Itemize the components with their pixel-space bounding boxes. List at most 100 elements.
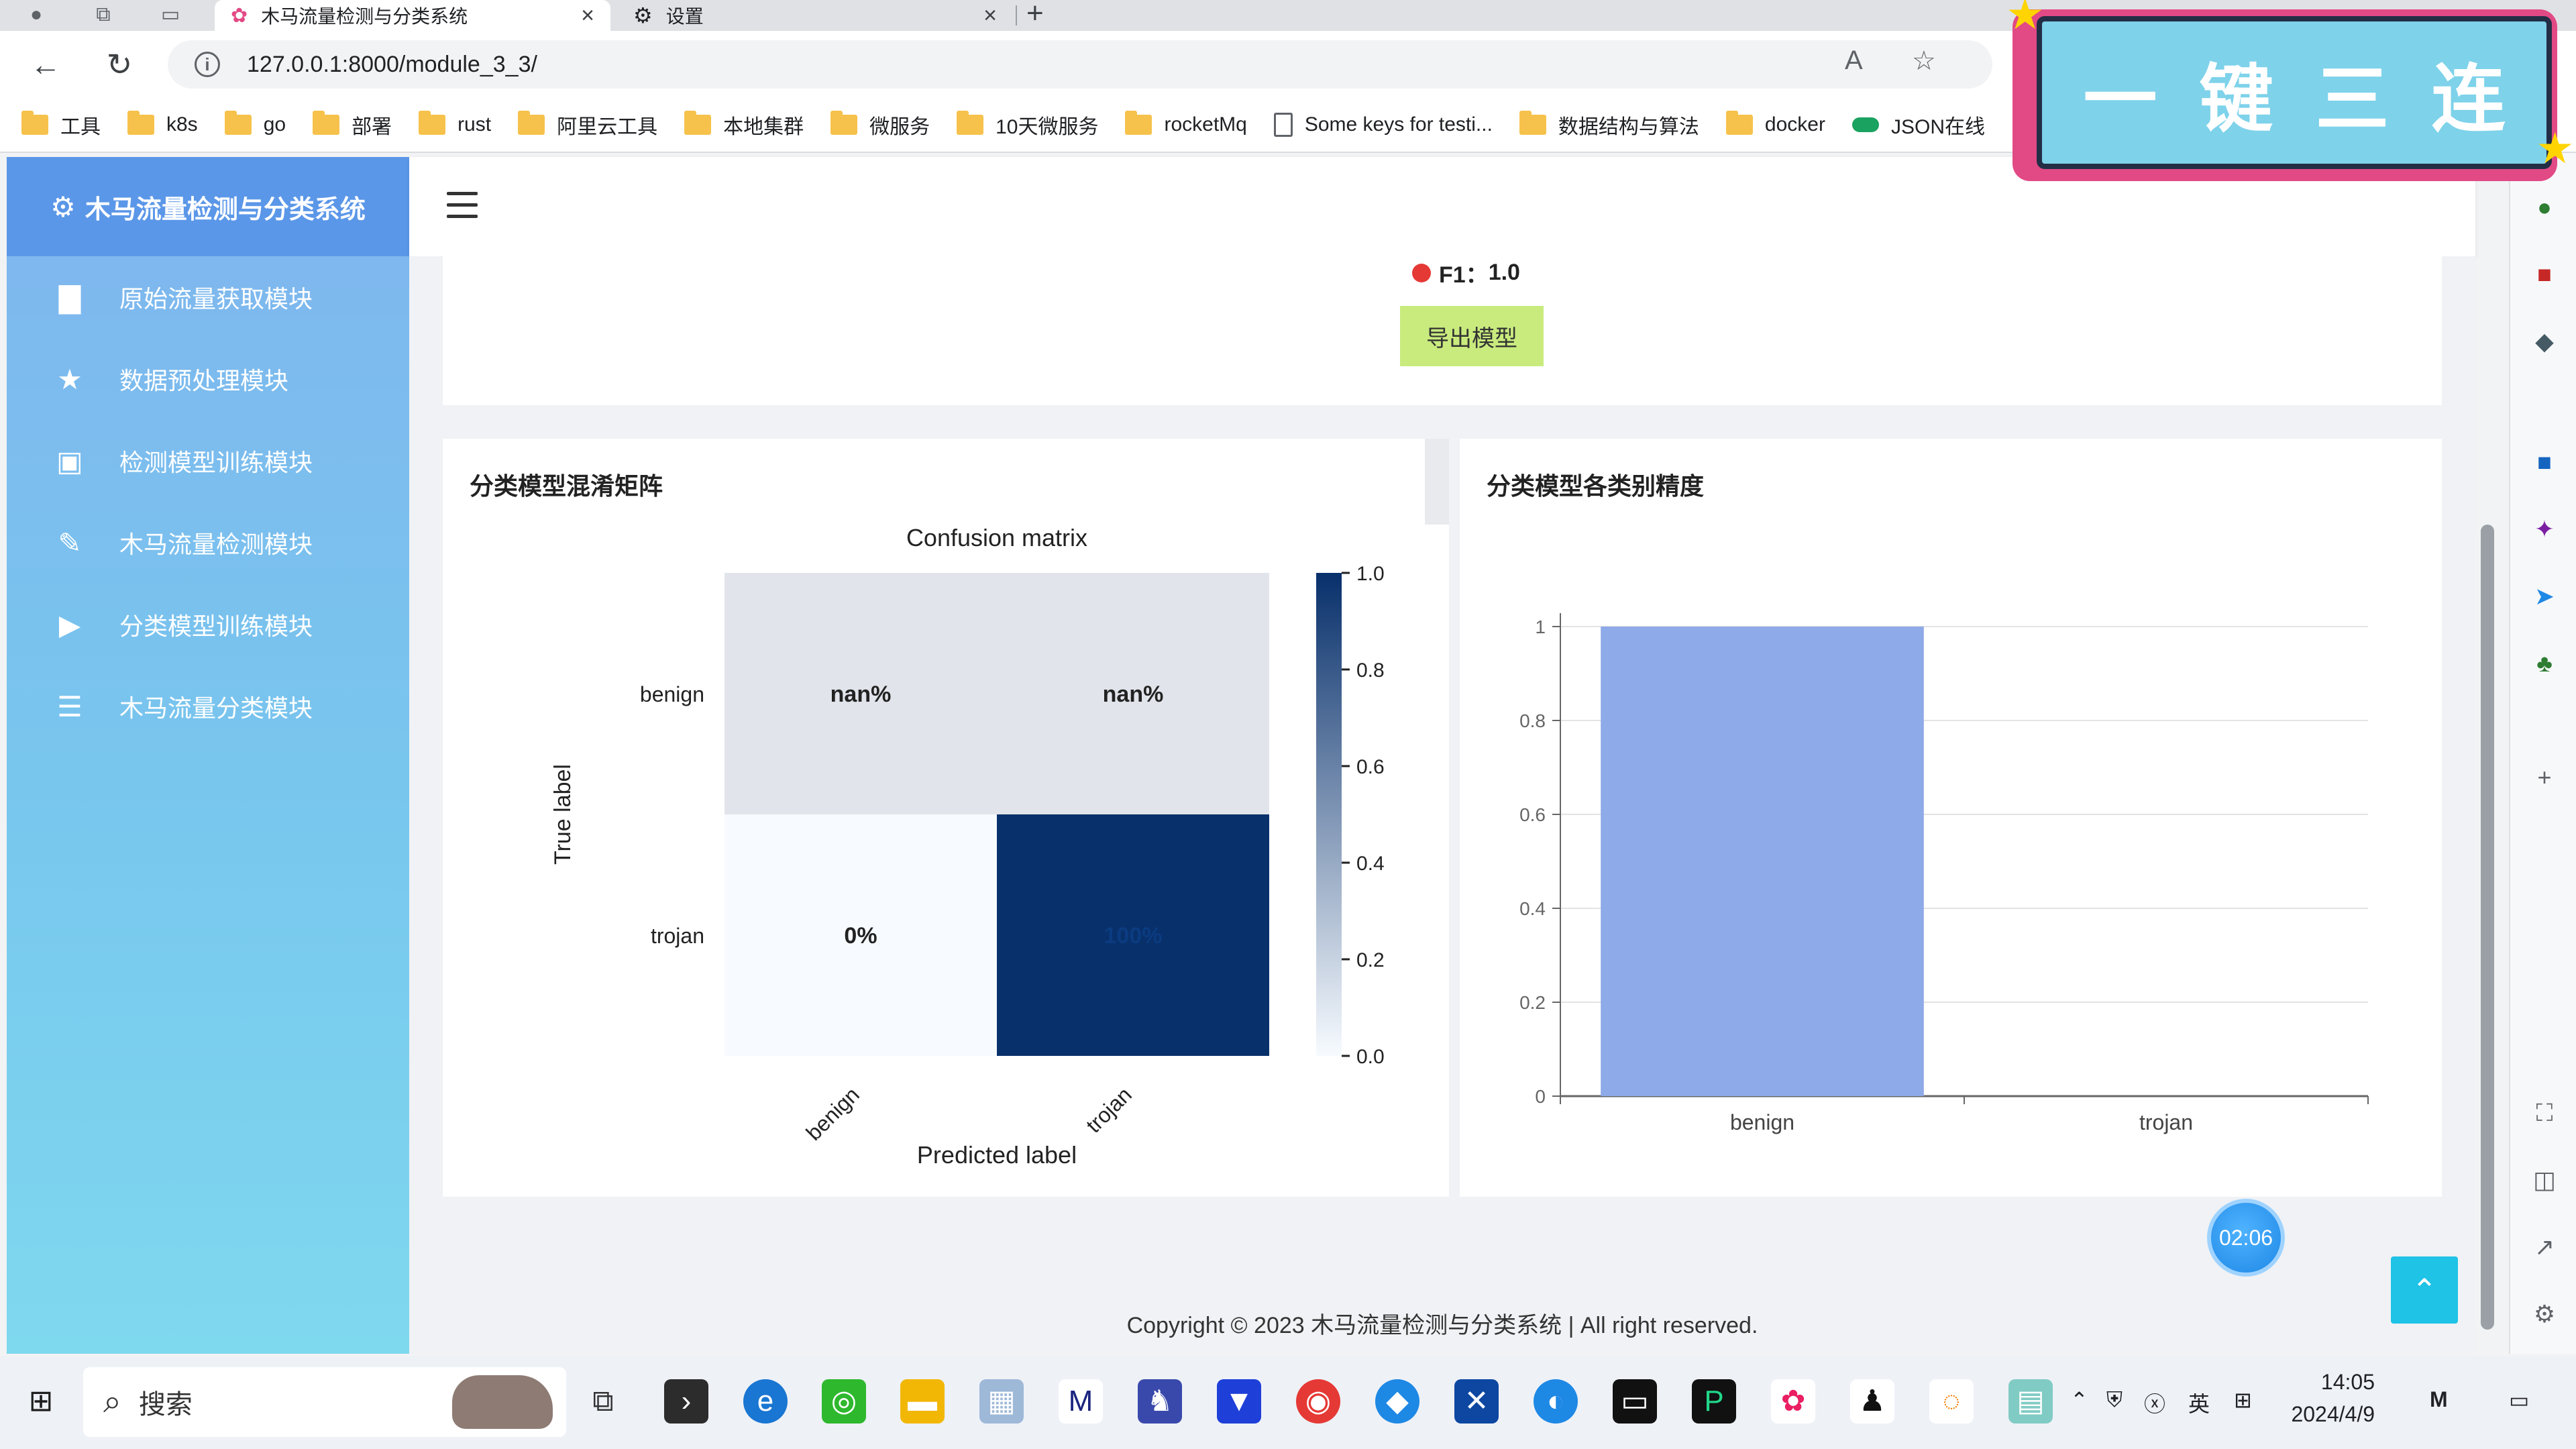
wechat-icon[interactable]: ◎ [822,1379,866,1424]
confusion-matrix-card: 分类模型混淆矩阵 Confusion matrix nan% nan% 0% 100% b… [443,439,1449,1197]
file-explorer-icon[interactable]: ▬ [900,1379,945,1424]
sidebar-item[interactable]: ☰ 木马流量分类模块 [7,665,409,747]
sidebar-header[interactable]: ⚙ 木马流量检测与分类系统 [7,157,409,256]
vertical-tabs-icon[interactable]: ▭ [158,3,182,27]
cat-app-icon[interactable]: ♞ [1138,1379,1182,1424]
security-tray-icon[interactable]: ⛨ [2106,1387,2123,1413]
folder-icon [1125,111,1152,135]
spiral-app-icon[interactable]: ◌ [1929,1379,1974,1424]
pycharm-icon[interactable]: P [1692,1379,1736,1424]
y-tick-label: 0.2 [1519,992,1546,1013]
screenshot-icon[interactable]: ⛶ [2530,1099,2559,1127]
sidebar-item[interactable]: ★ 数据预处理模块 [7,338,409,420]
add-icon[interactable]: + [2530,763,2559,792]
cell-label: nan% [830,682,892,707]
bookmark-item[interactable]: 微服务 [830,110,930,140]
tab-settings[interactable]: ⚙ 设置 × [617,0,1013,31]
cell-label: nan% [1103,682,1164,707]
volume-muted-icon[interactable]: ⓧ [2144,1387,2165,1418]
banner-char: 三 [2315,58,2390,141]
f1-label: F1： [1439,262,1489,288]
bookmark-item[interactable]: rocketMq [1125,111,1247,136]
bookmark-item[interactable]: go [224,111,286,136]
tree-icon[interactable]: ♣ [2530,649,2559,678]
browser-app-icon[interactable]: ◐ [1534,1379,1578,1424]
app-icon-m[interactable]: M [1059,1379,1103,1424]
bookmark-item[interactable]: rust [419,111,491,136]
extension-icon[interactable]: ● [2530,193,2559,221]
sidebar-item[interactable]: ✎ 木马流量检测模块 [7,502,409,584]
colorful-app-icon[interactable]: ✿ [1771,1379,1815,1424]
bookmark-item[interactable]: 本地集群 [684,110,804,140]
tab-close-icon[interactable]: × [983,3,997,29]
scrollbar-thumb[interactable] [2481,525,2494,1330]
page-scrollbar[interactable] [2479,256,2496,1354]
colorbar-tick-label: 0.0 [1356,1046,1385,1068]
bookmark-item[interactable]: JSON在线 [1851,110,1985,140]
qq-icon[interactable]: ♟ [1850,1379,1894,1424]
export-model-button[interactable]: 导出模型 [1400,306,1544,366]
keyboard-icon[interactable]: ⊞ [2234,1387,2252,1413]
folder-icon [127,111,154,135]
bookmark-label: Some keys for testi... [1304,113,1493,136]
timer-badge[interactable]: 02:06 [2207,1199,2285,1277]
edge-icon[interactable]: e [743,1379,788,1424]
tab-close-icon[interactable]: × [581,3,594,29]
tray-chevron-icon[interactable]: ⌃ [2070,1387,2088,1413]
collections-icon[interactable]: ⧉ [91,3,115,27]
sidebar-item[interactable]: ▇ 原始流量获取模块 [7,256,409,338]
shield-app-icon[interactable]: ▼ [1217,1379,1261,1424]
read-aloud-icon[interactable]: A [1845,46,1863,76]
cell-label: 100% [1104,923,1163,949]
outlook-icon[interactable]: ■ [2530,448,2559,476]
favorite-star-icon[interactable]: ☆ [1912,46,1936,76]
browser-side-panel: ● ■ ◆ ■ ✦ ➤ ♣ + ⛶ ◫ ↗ ⚙ [2509,153,2576,1354]
sidebar-item[interactable]: ▣ 检测模型训练模块 [7,420,409,502]
folder-icon [224,111,252,135]
toolbox-icon[interactable]: ■ [2530,260,2559,288]
address-bar[interactable]: i 127.0.0.1:8000/module_3_3/ [168,40,1992,89]
m-tray-icon[interactable]: M [2430,1387,2448,1412]
back-arrow-icon[interactable]: ← [27,46,64,83]
back-to-top-button[interactable]: ⌃ [2391,1256,2458,1324]
new-tab-button[interactable]: + [1026,0,1044,28]
bookmark-item[interactable]: 阿里云工具 [518,110,657,140]
split-screen-icon[interactable]: ◫ [2530,1166,2559,1194]
menu-toggle-icon[interactable] [447,192,478,219]
card-scrollbar[interactable] [1425,439,1449,525]
open-external-icon[interactable]: ↗ [2530,1233,2559,1261]
site-info-icon[interactable]: i [195,52,220,77]
image-viewer-icon[interactable]: ▦ [979,1379,1024,1424]
ime-indicator[interactable]: 英 [2188,1387,2210,1418]
terminal-icon[interactable]: › [664,1379,708,1424]
bookmark-item[interactable]: k8s [127,111,198,136]
notes-app-icon[interactable]: ▤ [2008,1379,2053,1424]
reload-icon[interactable]: ↻ [101,46,138,83]
notification-icon[interactable]: ▭ [2509,1387,2529,1413]
chrome-icon[interactable]: ◉ [1296,1379,1340,1424]
tab-main[interactable]: ✿ 木马流量检测与分类系统 × [215,0,610,31]
taskbar-clock[interactable]: 14:05 2024/4/9 [2281,1366,2375,1430]
bookmark-item[interactable]: 数据结构与算法 [1519,110,1699,140]
bookmark-item[interactable]: docker [1725,111,1825,136]
magnet-icon[interactable]: ✦ [2530,515,2559,543]
bookmark-item[interactable]: 10天微服务 [957,110,1098,140]
bookmark-item[interactable]: Some keys for testi... [1273,113,1493,137]
colorbar-tick-label: 0.8 [1356,659,1385,682]
ide-icon[interactable]: ✕ [1454,1379,1499,1424]
send-icon[interactable]: ➤ [2530,582,2559,610]
profile-icon[interactable]: ● [24,3,48,27]
bookmark-item[interactable]: 部署 [313,110,392,140]
console-icon[interactable]: ▭ [1613,1379,1657,1424]
task-view-icon[interactable]: ⧉ [581,1379,625,1424]
taskbar-search[interactable]: ⌕ 搜索 [83,1367,566,1437]
lark-icon[interactable]: ◆ [1375,1379,1419,1424]
cell-label: 0% [844,923,877,949]
network-monitor-icon[interactable]: ◆ [2530,327,2559,356]
settings-icon[interactable]: ⚙ [2530,1300,2559,1328]
sidebar-item[interactable]: ▶ 分类模型训练模块 [7,584,409,665]
bookmark-item[interactable]: 工具 [21,110,101,140]
banner-char: 连 [2431,58,2506,141]
windows-start-icon[interactable]: ⊞ [19,1379,63,1424]
sidebar: ⚙ 木马流量检测与分类系统 ▇ 原始流量获取模块 ★ 数据预处理模块 ▣ 检测模型训练模块… [7,157,409,1354]
